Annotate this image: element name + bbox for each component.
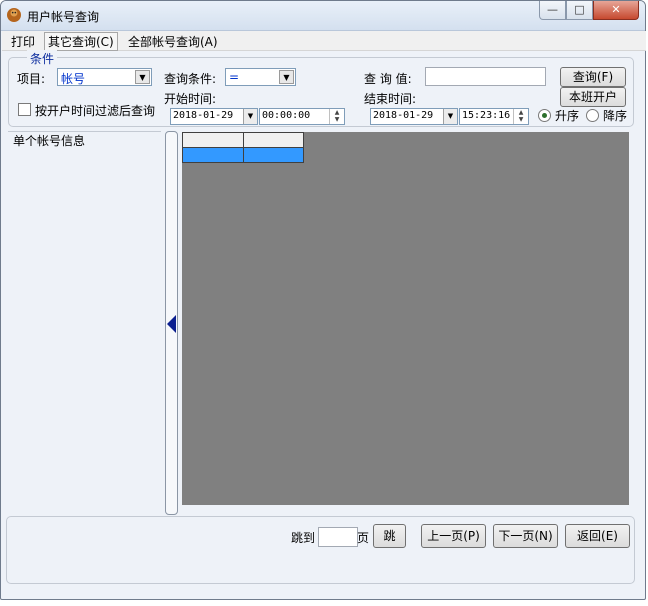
criteria-label: 查询条件: <box>164 72 217 86</box>
title-bar[interactable]: 用户帐号查询 — □ ✕ <box>1 1 645 31</box>
query-button[interactable]: 查询(F) <box>560 67 626 87</box>
sort-asc-label: 升序 <box>555 109 580 123</box>
end-time-value: 15:23:16 <box>462 110 511 121</box>
end-date-picker[interactable]: 2018-01-29 ▼ <box>370 108 458 125</box>
end-date-value: 2018-01-29 <box>373 110 434 121</box>
next-page-button[interactable]: 下一页(N) <box>493 524 558 548</box>
results-grid[interactable] <box>182 132 629 505</box>
open-account-button[interactable]: 本班开户 <box>560 87 626 107</box>
item-select[interactable]: 帐号 ▼ <box>57 68 152 86</box>
spin-down-icon[interactable]: ▼ <box>330 116 344 123</box>
start-time-spinner[interactable]: 00:00:00 ▲ ▼ <box>259 108 345 125</box>
end-time-spinner[interactable]: 15:23:16 ▲ ▼ <box>459 108 529 125</box>
app-icon <box>7 8 21 22</box>
panel-splitter[interactable] <box>165 131 178 515</box>
maximize-icon[interactable]: □ <box>566 1 593 20</box>
spin-down-icon[interactable]: ▼ <box>514 116 528 123</box>
page-suffix-label: 页 <box>357 531 370 545</box>
menu-print[interactable]: 打印 <box>8 33 38 50</box>
start-date-value: 2018-01-29 <box>173 110 234 121</box>
close-icon[interactable]: ✕ <box>593 1 639 20</box>
menu-all-accounts-query[interactable]: 全部帐号查询(A) <box>125 33 221 50</box>
jump-button[interactable]: 跳 <box>373 524 406 548</box>
sort-desc-label: 降序 <box>603 109 628 123</box>
item-label: 项目: <box>17 72 46 86</box>
query-value-input[interactable] <box>425 67 546 86</box>
start-time-value: 00:00:00 <box>262 110 311 121</box>
conditions-legend: 条件 <box>27 50 58 67</box>
spin-up-icon[interactable]: ▲ <box>514 109 528 116</box>
chevron-down-icon[interactable]: ▼ <box>135 70 150 84</box>
menu-other-query[interactable]: 其它查询(C) <box>44 32 118 51</box>
filter-checkbox-label: 按开户时间过滤后查询 <box>35 104 156 118</box>
pagination-panel: 跳到 页 跳 上一页(P) 下一页(N) 返回(E) <box>6 516 635 584</box>
criteria-select-value: = <box>229 70 240 84</box>
filter-by-open-time-checkbox[interactable] <box>18 103 31 116</box>
criteria-select[interactable]: = ▼ <box>225 68 296 86</box>
page-number-input[interactable] <box>318 527 358 547</box>
back-button[interactable]: 返回(E) <box>565 524 630 548</box>
end-time-label: 结束时间: <box>364 92 417 106</box>
menu-bar: 打印 其它查询(C) 全部帐号查询(A) <box>2 31 646 51</box>
window-title: 用户帐号查询 <box>27 10 100 24</box>
start-time-label: 开始时间: <box>164 92 217 106</box>
calendar-dropdown-icon[interactable]: ▼ <box>243 109 257 124</box>
grid-selected-cell[interactable] <box>243 147 304 163</box>
conditions-group: 条件 项目: 帐号 ▼ 查询条件: = ▼ 查 询 值: 查询(F) 开始时间:… <box>8 50 634 127</box>
grid-selected-cell[interactable] <box>182 147 244 163</box>
account-info-panel: 单个帐号信息 <box>8 131 161 513</box>
item-select-value: 帐号 <box>61 72 86 86</box>
account-info-title: 单个帐号信息 <box>13 134 86 148</box>
start-date-picker[interactable]: 2018-01-29 ▼ <box>170 108 258 125</box>
query-window: 用户帐号查询 — □ ✕ 打印 其它查询(C) 全部帐号查询(A) 条件 项目:… <box>0 0 646 600</box>
prev-page-button[interactable]: 上一页(P) <box>421 524 486 548</box>
query-value-label: 查 询 值: <box>364 72 412 86</box>
calendar-dropdown-icon[interactable]: ▼ <box>443 109 457 124</box>
jump-label: 跳到 <box>291 531 316 545</box>
chevron-down-icon[interactable]: ▼ <box>279 70 294 84</box>
grid-header-cell[interactable] <box>182 132 244 148</box>
grid-header-cell[interactable] <box>243 132 304 148</box>
spin-up-icon[interactable]: ▲ <box>330 109 344 116</box>
sort-desc-radio[interactable] <box>586 109 599 122</box>
sort-asc-radio[interactable] <box>538 109 551 122</box>
collapse-arrow-icon[interactable] <box>167 315 176 333</box>
minimize-icon[interactable]: — <box>539 1 566 20</box>
